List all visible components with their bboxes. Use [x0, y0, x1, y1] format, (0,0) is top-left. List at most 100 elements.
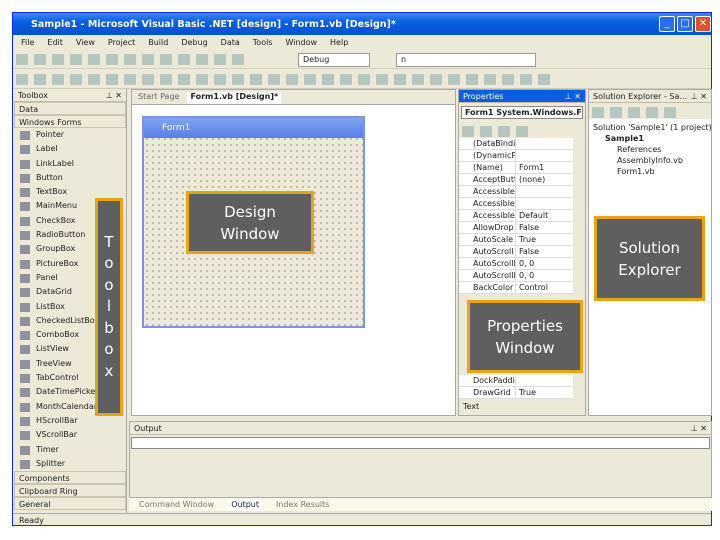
property-value[interactable]: Form1	[516, 162, 573, 173]
toolbar-button-icon[interactable]	[52, 54, 64, 65]
menu-debug[interactable]: Debug	[181, 36, 207, 49]
toolbar-button-icon[interactable]	[124, 54, 136, 65]
toolbar-button-icon[interactable]	[16, 74, 28, 85]
property-value[interactable]: True	[516, 234, 573, 245]
property-row[interactable]: AutoScrollMinSize0, 0	[459, 270, 573, 282]
property-value[interactable]: False	[516, 222, 573, 233]
toolbar-button-icon[interactable]	[70, 74, 82, 85]
solution-item[interactable]: Form1.vb	[593, 166, 711, 177]
property-row[interactable]: AccessibleDescription	[459, 186, 573, 198]
property-row[interactable]: AccessibleName	[459, 198, 573, 210]
toolbar-button-icon[interactable]	[88, 74, 100, 85]
toolbar-button-icon[interactable]	[106, 74, 118, 85]
toolbar-button-icon[interactable]	[538, 74, 550, 85]
toolbar-button-icon[interactable]	[88, 54, 100, 65]
toolbox-item-timer[interactable]: Timer	[14, 443, 126, 457]
toolbar-button-icon[interactable]	[340, 74, 352, 85]
toolbar-button-icon[interactable]	[358, 74, 370, 85]
toolbox-category[interactable]: General	[14, 497, 126, 511]
toolbar-button-icon[interactable]	[70, 54, 82, 65]
toolbar-button-icon[interactable]	[214, 54, 226, 65]
property-value[interactable]	[516, 186, 573, 197]
property-row[interactable]: DockPadding	[459, 375, 573, 387]
output-source-combo[interactable]	[131, 437, 710, 449]
property-value[interactable]: Default	[516, 210, 573, 221]
property-row[interactable]: AllowDrop False	[459, 222, 573, 234]
toolbar-button-icon[interactable]	[322, 74, 334, 85]
output-tab-2[interactable]: Index Results	[276, 498, 329, 511]
property-row[interactable]: AutoScale True	[459, 234, 573, 246]
toolbar-button-icon[interactable]	[430, 74, 442, 85]
toolbox-category[interactable]: Data	[14, 102, 126, 115]
toolbox-category[interactable]: Windows Forms	[14, 115, 126, 128]
toolbar-button-icon[interactable]	[232, 74, 244, 85]
menu-project[interactable]: Project	[108, 36, 135, 49]
toolbar-button-icon[interactable]	[142, 74, 154, 85]
property-row[interactable]: AccessibleRoleDefault	[459, 210, 573, 222]
toolbar-button-icon[interactable]	[34, 54, 46, 65]
property-row[interactable]: AutoScroll False	[459, 246, 573, 258]
output-tab-1[interactable]: Output	[228, 498, 262, 511]
pin-close-icons[interactable]: ⊥ ✕	[565, 90, 581, 103]
toolbox-item-button[interactable]: Button	[14, 171, 126, 185]
toolbox-item-vscrollbar[interactable]: VScrollBar	[14, 428, 126, 442]
menu-view[interactable]: View	[76, 36, 95, 49]
property-value[interactable]	[516, 198, 573, 209]
toolbar-button-icon[interactable]	[196, 54, 208, 65]
toolbar-button-icon[interactable]	[142, 54, 154, 65]
toolbox-item-linklabel[interactable]: LinkLabel	[14, 157, 126, 171]
toolbox-item-label[interactable]: Label	[14, 142, 126, 156]
object-selector[interactable]: Form1 System.Windows.F	[461, 106, 583, 119]
property-row[interactable]: DrawGrid True	[459, 387, 573, 399]
toolbar-button-icon[interactable]	[376, 74, 388, 85]
toolbar-button-icon[interactable]	[160, 54, 172, 65]
pin-close-icons[interactable]: ⊥ ✕	[691, 90, 707, 103]
menu-data[interactable]: Data	[221, 36, 240, 49]
solution-item[interactable]: Sample1	[593, 133, 711, 144]
maximize-button[interactable]: □	[677, 16, 693, 32]
property-row[interactable]: BackColor Control	[459, 282, 573, 294]
toolbar-button-icon[interactable]	[178, 74, 190, 85]
toolbar-button-icon[interactable]	[196, 74, 208, 85]
toolbar-button-icon[interactable]	[124, 74, 136, 85]
solution-item[interactable]: AssemblyInfo.vb	[593, 155, 711, 166]
toolbar-button-icon[interactable]	[160, 74, 172, 85]
output-tab-0[interactable]: Command Window	[139, 498, 214, 511]
toolbar-button-icon[interactable]	[466, 74, 478, 85]
property-row[interactable]: (DynamicProperties)	[459, 150, 573, 162]
menu-build[interactable]: Build	[148, 36, 168, 49]
property-value[interactable]: 0, 0	[516, 270, 573, 281]
menu-file[interactable]: File	[21, 36, 34, 49]
toolbar-button-icon[interactable]	[412, 74, 424, 85]
property-value[interactable]	[516, 150, 573, 161]
pin-close-icons[interactable]: ⊥ ✕	[106, 89, 122, 102]
property-value[interactable]	[516, 375, 573, 386]
minimize-button[interactable]: _	[659, 16, 675, 32]
toolbar-button-icon[interactable]	[106, 54, 118, 65]
close-button[interactable]: ✕	[695, 16, 711, 32]
toolbar-button-icon[interactable]	[250, 74, 262, 85]
property-value[interactable]: False	[516, 246, 573, 257]
toolbar-button-icon[interactable]	[304, 74, 316, 85]
property-value[interactable]: 0, 0	[516, 258, 573, 269]
menu-help[interactable]: Help	[330, 36, 348, 49]
property-value[interactable]: (none)	[516, 174, 573, 185]
menu-tools[interactable]: Tools	[253, 36, 273, 49]
toolbar-button-icon[interactable]	[178, 54, 190, 65]
property-row[interactable]: (Name) Form1	[459, 162, 573, 174]
toolbar-button-icon[interactable]	[520, 74, 532, 85]
menu-window[interactable]: Window	[285, 36, 317, 49]
toolbar-button-icon[interactable]	[502, 74, 514, 85]
property-row[interactable]: AutoScrollMargin0, 0	[459, 258, 573, 270]
find-combo[interactable]: n	[396, 53, 536, 67]
toolbar-button-icon[interactable]	[394, 74, 406, 85]
toolbar-button-icon[interactable]	[232, 54, 244, 65]
toolbar-button-icon[interactable]	[214, 74, 226, 85]
toolbox-category[interactable]: Clipboard Ring	[14, 484, 126, 498]
toolbar-button-icon[interactable]	[34, 74, 46, 85]
config-combo[interactable]: Debug	[298, 53, 370, 67]
property-row[interactable]: (DataBindings)	[459, 138, 573, 150]
toolbox-item-pointer[interactable]: Pointer	[14, 128, 126, 142]
property-row[interactable]: AcceptButton(none)	[459, 174, 573, 186]
solution-item[interactable]: Solution 'Sample1' (1 project)	[593, 122, 712, 133]
